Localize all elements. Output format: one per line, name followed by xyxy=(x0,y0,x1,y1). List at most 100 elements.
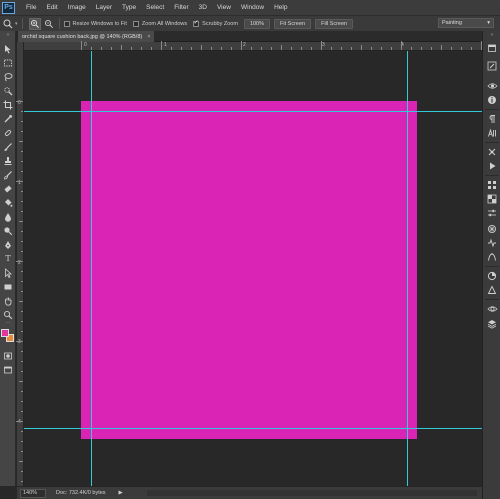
checkbox-box-checked[interactable]: ✓ xyxy=(193,20,200,27)
ruler-tick xyxy=(271,47,272,50)
menu-file[interactable]: File xyxy=(21,4,41,11)
ruler-tick xyxy=(19,141,23,142)
eyedropper-tool-icon[interactable] xyxy=(0,113,16,124)
scrubby-zoom-checkbox[interactable]: ✓ Scrubby Zoom xyxy=(193,20,238,27)
history-panel-icon[interactable] xyxy=(485,42,499,54)
menu-window[interactable]: Window xyxy=(236,4,269,11)
character-icon[interactable] xyxy=(485,127,499,139)
document-canvas[interactable] xyxy=(81,101,417,439)
actions-icon[interactable] xyxy=(485,160,499,172)
ruler-tick xyxy=(121,45,122,50)
menu-edit[interactable]: Edit xyxy=(41,4,62,11)
zoom-out-icon[interactable] xyxy=(43,18,55,30)
menu-view[interactable]: View xyxy=(212,4,236,11)
ruler-tick xyxy=(16,341,23,342)
vertical-ruler[interactable]: 0 1 2 3 4 xyxy=(16,42,24,486)
ruler-tick xyxy=(21,371,23,372)
styles-icon[interactable] xyxy=(485,223,499,235)
swatches-icon[interactable] xyxy=(485,179,499,191)
type-tool-icon[interactable]: T xyxy=(0,253,16,264)
collapse-panels-icon[interactable]: « xyxy=(485,32,499,38)
ruler-tick xyxy=(21,291,23,292)
clone-source-icon[interactable] xyxy=(485,270,499,282)
menu-image[interactable]: Image xyxy=(63,4,91,11)
hand-tool-icon[interactable] xyxy=(0,295,16,306)
menu-help[interactable]: Help xyxy=(269,4,292,11)
ruler-tick xyxy=(161,41,162,50)
status-menu-arrow-icon[interactable]: ▶ xyxy=(119,490,123,496)
zoom-level-field[interactable]: 140% xyxy=(20,488,46,498)
marquee-tool-icon[interactable] xyxy=(0,57,16,68)
menu-select[interactable]: Select xyxy=(141,4,169,11)
workspace-switcher[interactable]: Painting ▾ xyxy=(438,18,494,28)
vertical-guide[interactable] xyxy=(91,51,92,486)
color-panel-icon[interactable] xyxy=(485,193,499,205)
close-icon[interactable]: × xyxy=(147,34,150,40)
zoom-100-button[interactable]: 100% xyxy=(243,18,271,29)
channels-icon[interactable] xyxy=(485,237,499,249)
paint-bucket-tool-icon[interactable] xyxy=(0,197,16,208)
ruler-tick xyxy=(461,47,462,50)
horizontal-scrollbar[interactable] xyxy=(147,490,477,496)
preset-dropdown-arrow-icon[interactable]: ▾ xyxy=(15,21,18,27)
properties-icon[interactable] xyxy=(485,284,499,296)
quick-selection-tool-icon[interactable] xyxy=(0,85,16,96)
blur-tool-icon[interactable] xyxy=(0,211,16,222)
clone-stamp-tool-icon[interactable] xyxy=(0,155,16,166)
foreground-color-swatch[interactable] xyxy=(1,329,9,337)
paragraph-icon[interactable] xyxy=(485,113,499,125)
dodge-tool-icon[interactable] xyxy=(0,225,16,236)
menu-type[interactable]: Type xyxy=(117,4,141,11)
crop-tool-icon[interactable] xyxy=(0,99,16,110)
horizontal-guide[interactable] xyxy=(24,111,482,112)
document-info[interactable]: Doc: 732.4K/0 bytes xyxy=(56,490,106,496)
path-selection-tool-icon[interactable] xyxy=(0,267,16,278)
eraser-tool-icon[interactable] xyxy=(0,183,16,194)
pen-tool-icon[interactable] xyxy=(0,239,16,250)
collapse-toolbar-icon[interactable]: » xyxy=(0,32,16,38)
menu-filter[interactable]: Filter xyxy=(169,4,193,11)
zoom-in-icon[interactable] xyxy=(28,17,41,30)
history-brush-tool-icon[interactable] xyxy=(0,169,16,180)
horizontal-ruler[interactable]: 0 1 2 3 4 xyxy=(24,41,482,51)
ruler-tick xyxy=(451,47,452,50)
ruler-tick xyxy=(16,101,23,102)
canvas-pasteboard[interactable] xyxy=(24,51,482,486)
brush-panel-icon[interactable] xyxy=(485,60,499,72)
zoom-all-windows-checkbox[interactable]: Zoom All Windows xyxy=(132,20,187,27)
fit-screen-button[interactable]: Fit Screen xyxy=(274,18,312,29)
horizontal-guide[interactable] xyxy=(24,428,482,429)
resize-windows-checkbox[interactable]: Resize Windows to Fit xyxy=(63,20,127,27)
more-tools-icon[interactable]: ··· xyxy=(0,320,16,326)
eye-icon[interactable] xyxy=(485,80,499,92)
menu-layer[interactable]: Layer xyxy=(91,4,117,11)
tool-presets-icon[interactable] xyxy=(485,146,499,158)
paths-icon[interactable] xyxy=(485,251,499,263)
screen-mode-icon[interactable] xyxy=(0,364,16,375)
adjustments-icon[interactable] xyxy=(485,207,499,219)
fill-screen-button[interactable]: Fill Screen xyxy=(315,18,354,29)
checkbox-box[interactable] xyxy=(63,20,70,27)
zoom-tool-preset-icon[interactable] xyxy=(2,18,14,30)
vertical-guide[interactable] xyxy=(407,51,408,486)
brush-tool-icon[interactable] xyxy=(0,141,16,152)
workspace-label: Painting xyxy=(442,20,462,26)
quick-mask-icon[interactable] xyxy=(0,350,16,361)
rectangle-tool-icon[interactable] xyxy=(0,281,16,292)
ruler-tick xyxy=(111,47,112,50)
ruler-tick xyxy=(21,431,23,432)
ruler-tick xyxy=(441,45,442,50)
healing-brush-tool-icon[interactable] xyxy=(0,127,16,138)
layers-icon[interactable] xyxy=(485,318,499,330)
info-icon[interactable] xyxy=(485,94,499,106)
ruler-tick xyxy=(381,47,382,50)
move-tool-icon[interactable] xyxy=(0,43,16,54)
zoom-tool-icon[interactable] xyxy=(0,309,16,320)
navigator-icon[interactable] xyxy=(485,303,499,315)
lasso-tool-icon[interactable] xyxy=(0,71,16,82)
menu-3d[interactable]: 3D xyxy=(194,4,212,11)
dock-separator xyxy=(485,175,499,176)
document-tab[interactable]: orchid square cushion back.jpg @ 140% (R… xyxy=(18,31,155,42)
separator xyxy=(58,18,60,29)
checkbox-box[interactable] xyxy=(132,20,139,27)
